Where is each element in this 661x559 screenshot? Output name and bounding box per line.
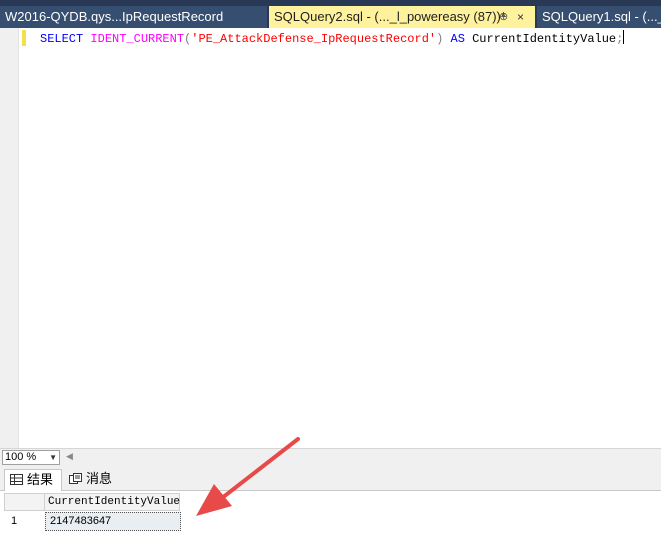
tab-messages-label: 消息 — [86, 471, 113, 486]
document-tab-strip: W2016-QYDB.qys...IpRequestRecord SQLQuer… — [0, 0, 661, 28]
tab-sqlquery1[interactable]: SQLQuery1.sql - (..._l_ — [537, 6, 661, 28]
string-argument: 'PE_AttackDefense_IpRequestRecord' — [191, 32, 437, 46]
result-cell[interactable]: 2147483647 — [45, 512, 181, 531]
zoom-value: 100 % — [5, 451, 37, 463]
chevron-down-icon: ▼ — [49, 453, 57, 462]
pin-icon[interactable]: ⊕ — [499, 6, 508, 28]
keyword-as: AS — [450, 32, 465, 46]
text-caret — [623, 30, 625, 44]
column-header[interactable]: CurrentIdentityValue — [45, 493, 180, 511]
tab-label: SQLQuery2.sql - (..._l_powereasy (87))* — [274, 9, 506, 24]
scroll-left-icon[interactable]: ◀ — [66, 451, 73, 462]
change-marker — [22, 30, 26, 46]
row-header[interactable]: 1 — [4, 511, 45, 532]
column-alias: CurrentIdentityValue — [472, 32, 617, 46]
editor-status-strip: 100 % ▼ ◀ — [0, 448, 661, 466]
zoom-dropdown[interactable]: 100 % ▼ — [2, 450, 60, 465]
editor-gutter — [0, 28, 19, 448]
tab-sqlquery2[interactable]: SQLQuery2.sql - (..._l_powereasy (87))* … — [269, 6, 535, 28]
grid-corner[interactable] — [4, 493, 45, 511]
query-editor[interactable]: SELECT IDENT_CURRENT('PE_AttackDefense_I… — [0, 28, 661, 448]
function-name: IDENT_CURRENT — [90, 32, 185, 46]
results-grid: CurrentIdentityValue 1 2147483647 — [0, 491, 661, 559]
results-tab-strip: 结果 消息 — [0, 466, 661, 491]
semicolon: ; — [616, 32, 624, 46]
tab-messages[interactable]: 消息 — [64, 469, 118, 491]
paren-close: ) — [436, 32, 444, 46]
tab-record-table[interactable]: W2016-QYDB.qys...IpRequestRecord — [0, 6, 267, 28]
tab-label: W2016-QYDB.qys...IpRequestRecord — [5, 9, 224, 24]
close-icon[interactable]: × — [517, 6, 524, 28]
messages-icon — [69, 473, 82, 484]
code-line[interactable]: SELECT IDENT_CURRENT('PE_AttackDefense_I… — [40, 30, 625, 46]
tab-results-label: 结果 — [27, 472, 54, 487]
keyword-select: SELECT — [40, 32, 84, 46]
tab-label: SQLQuery1.sql - (..._l_ — [542, 9, 661, 24]
grid-icon — [10, 474, 23, 485]
tab-results[interactable]: 结果 — [4, 469, 62, 491]
